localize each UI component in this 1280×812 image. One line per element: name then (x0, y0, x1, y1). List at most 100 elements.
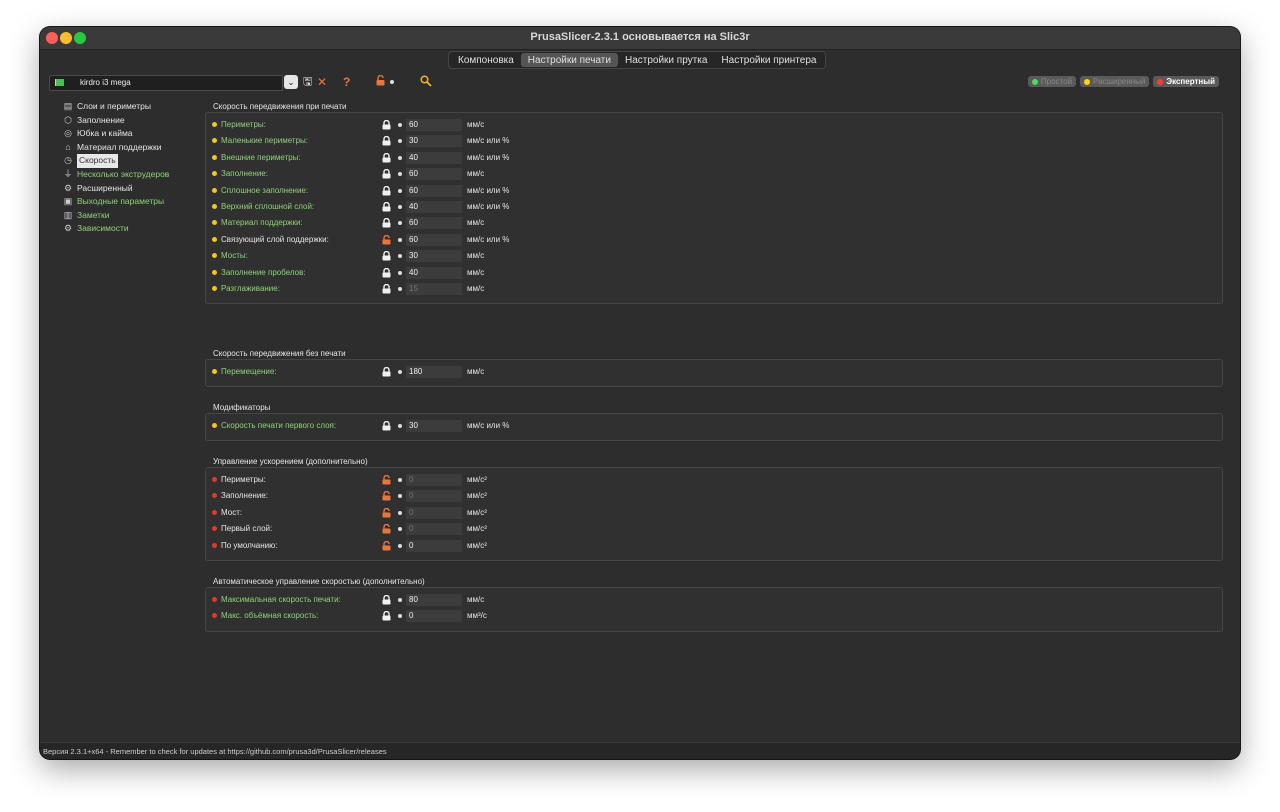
setting-row: Периметры: 60 мм/с (212, 118, 912, 132)
setting-value-input[interactable]: 60 (406, 184, 462, 197)
sidebar-item[interactable]: ⌂ Материал поддержки (63, 141, 193, 155)
tab-printer-settings[interactable]: Настройки принтера (714, 53, 823, 67)
unlocked-lock-icon[interactable] (382, 234, 391, 245)
sidebar-item-label: Заметки (77, 209, 110, 220)
reset-dot-icon[interactable] (398, 254, 402, 259)
reset-dot-icon[interactable] (398, 123, 402, 127)
setting-value-input[interactable]: 80 (406, 594, 462, 606)
setting-value-input[interactable]: 40 (406, 151, 462, 164)
unlocked-lock-icon[interactable] (382, 524, 391, 534)
reset-dot-icon[interactable] (398, 139, 402, 144)
lock-icon[interactable] (382, 185, 391, 196)
chevron-down-icon[interactable]: ⌄ (284, 75, 298, 89)
reset-dot-icon[interactable] (398, 494, 402, 499)
tab-plater[interactable]: Компоновка (451, 53, 521, 67)
setting-value-input[interactable]: 60 (406, 233, 462, 246)
setting-row: Перемещение: 180 мм/с (212, 365, 912, 379)
mode-advanced-button[interactable]: Расширенный (1080, 76, 1150, 87)
setting-row: Максимальная скорость печати: 80 мм/с (212, 593, 912, 607)
reset-dot-icon[interactable] (398, 424, 402, 428)
setting-value-input[interactable]: 0 (406, 539, 462, 552)
setting-value-input[interactable]: 180 (406, 366, 462, 378)
lock-icon[interactable] (382, 420, 391, 431)
reset-dot-icon[interactable] (398, 237, 402, 242)
setting-label: Внешние периметры: (221, 152, 301, 162)
sidebar-item[interactable]: ⬡ Заполнение (63, 114, 193, 128)
lock-icon[interactable] (382, 267, 391, 278)
sidebar-item[interactable]: ⏚ Несколько экструдеров (63, 168, 193, 182)
lock-icon[interactable] (382, 366, 391, 377)
setting-label: Скорость печати первого слоя: (221, 421, 337, 430)
setting-value-input[interactable]: 0 (406, 506, 462, 519)
reset-dot-icon[interactable] (398, 478, 402, 482)
setting-value-input[interactable]: 30 (406, 420, 462, 432)
sidebar-item[interactable]: ⚙ Расширенный (63, 182, 193, 196)
lock-icon[interactable] (382, 251, 391, 261)
reset-dot-icon[interactable] (398, 188, 402, 193)
reset-dot-icon[interactable] (398, 527, 402, 532)
sidebar-item[interactable]: ⚙ Зависимости (63, 222, 193, 236)
setting-value-input[interactable]: 40 (406, 266, 462, 279)
setting-value-input[interactable]: 30 (406, 135, 462, 148)
reset-dot-icon[interactable] (398, 510, 402, 515)
sidebar-item[interactable]: ▤ Слои и периметры (63, 100, 193, 114)
reset-dot-icon[interactable] (398, 614, 402, 619)
sidebar-item[interactable]: ◎ Юбка и кайма (63, 127, 193, 141)
setting-value-input[interactable]: 30 (406, 250, 462, 263)
setting-value-input[interactable]: 40 (406, 201, 462, 213)
lock-icon[interactable] (382, 283, 391, 294)
lock-icon[interactable] (382, 611, 391, 621)
lock-icon[interactable] (382, 136, 391, 146)
setting-value-input[interactable]: 0 (406, 490, 462, 503)
unlocked-lock-icon[interactable] (382, 491, 391, 501)
reset-dot-icon[interactable] (398, 370, 402, 374)
lock-icon[interactable] (382, 169, 391, 179)
reset-dot-icon[interactable] (398, 221, 402, 226)
mode-level-icon (212, 613, 217, 619)
sidebar-item-label: Материал поддержки (77, 141, 162, 152)
setting-value-input[interactable]: 0 (406, 610, 462, 623)
setting-value-input[interactable]: 60 (406, 217, 462, 230)
lock-legend-icon[interactable] (376, 74, 385, 89)
setting-label: Макс. объёмная скорость: (221, 611, 319, 621)
unlocked-lock-icon[interactable] (382, 474, 391, 485)
sidebar-item[interactable]: ▥ Заметки (63, 209, 193, 223)
reset-dot-icon[interactable] (398, 543, 402, 548)
save-icon[interactable]: 🖫 (303, 75, 312, 89)
setting-value-input[interactable]: 0 (406, 523, 462, 536)
lock-icon[interactable] (382, 218, 391, 228)
reset-dot-icon[interactable] (398, 205, 402, 209)
lock-icon[interactable] (382, 594, 391, 605)
section-box: Периметры: 60 мм/с Маленькие периметры: 30 мм… (205, 112, 1223, 305)
reset-dot-icon[interactable] (398, 287, 402, 291)
preset-select[interactable]: kirdro i3 mega (49, 75, 283, 91)
lock-icon[interactable] (382, 201, 391, 212)
dot-legend-icon[interactable] (390, 80, 394, 84)
delete-icon[interactable]: ✕ (317, 75, 327, 89)
lock-icon[interactable] (382, 152, 391, 163)
mode-simple-button[interactable]: Простой (1027, 76, 1077, 87)
reset-dot-icon[interactable] (398, 155, 402, 160)
question-icon[interactable]: ? (343, 75, 350, 89)
setting-value-input[interactable]: 60 (406, 119, 462, 131)
sidebar-item-label: Зависимости (77, 223, 129, 234)
reset-dot-icon[interactable] (398, 270, 402, 275)
sidebar-item[interactable]: ▣ Выходные параметры (63, 195, 193, 209)
setting-value-input[interactable]: 60 (406, 168, 462, 181)
setting-value-input[interactable]: 0 (406, 474, 462, 486)
setting-value-input[interactable]: 15 (406, 283, 462, 295)
reset-dot-icon[interactable] (398, 172, 402, 177)
lock-icon[interactable] (382, 119, 391, 130)
mode-expert-button[interactable]: Экспертный (1153, 76, 1219, 87)
unlocked-lock-icon[interactable] (382, 540, 391, 551)
setting-label: Периметры: (221, 475, 266, 484)
mode-label: Расширенный (1093, 77, 1146, 86)
setting-label: По умолчанию: (221, 540, 278, 550)
reset-dot-icon[interactable] (398, 598, 402, 602)
unlocked-lock-icon[interactable] (382, 507, 391, 518)
tab-filament-settings[interactable]: Настройки прутка (618, 53, 714, 67)
sidebar-item[interactable]: ◷ Скорость (63, 154, 193, 168)
search-icon[interactable] (420, 75, 432, 90)
tab-print-settings[interactable]: Настройки печати (520, 53, 618, 67)
layers-icon: ▤ (63, 101, 73, 111)
